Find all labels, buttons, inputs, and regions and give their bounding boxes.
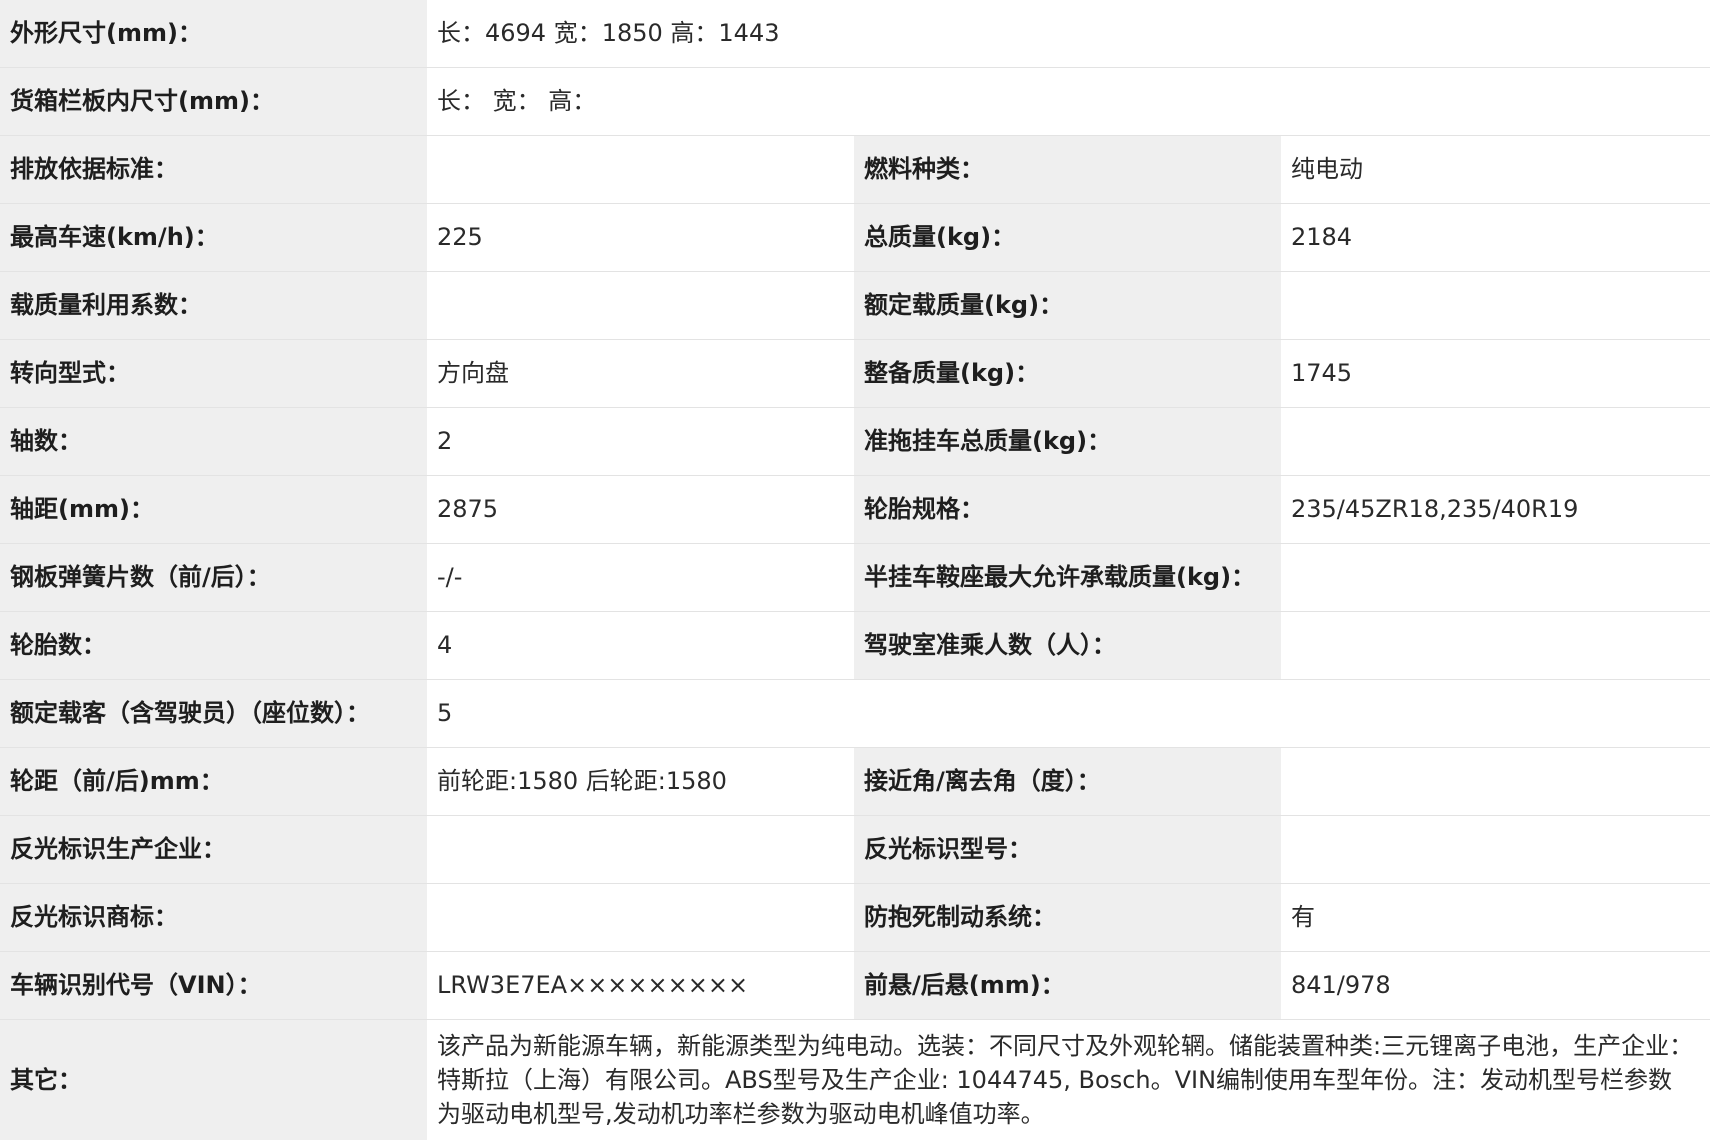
table-row: 货箱栏板内尺寸(mm)： 长： 宽： 高： xyxy=(0,67,1710,136)
table-row: 转向型式： 方向盘 整备质量(kg)： 1745 xyxy=(0,339,1710,408)
spec-value xyxy=(427,271,854,340)
spec-label: 排放依据标准： xyxy=(0,135,427,204)
spec-label: 准拖挂车总质量(kg)： xyxy=(854,407,1281,476)
spec-value: 225 xyxy=(427,203,854,272)
spec-label: 反光标识商标： xyxy=(0,883,427,952)
spec-label: 反光标识型号： xyxy=(854,815,1281,884)
spec-value xyxy=(1281,747,1710,816)
table-row: 轴距(mm)： 2875 轮胎规格： 235/45ZR18,235/40R19 xyxy=(0,475,1710,544)
spec-value xyxy=(1281,815,1710,884)
spec-label: 轮距（前/后)mm： xyxy=(0,747,427,816)
spec-label: 防抱死制动系统： xyxy=(854,883,1281,952)
spec-label: 整备质量(kg)： xyxy=(854,339,1281,408)
spec-label: 驾驶室准乘人数（人）： xyxy=(854,611,1281,680)
vehicle-spec-table: 外形尺寸(mm)： 长：4694 宽：1850 高：1443 货箱栏板内尺寸(m… xyxy=(0,0,1710,1140)
spec-label: 额定载质量(kg)： xyxy=(854,271,1281,340)
spec-value: 1745 xyxy=(1281,339,1710,408)
spec-value: 4 xyxy=(427,611,854,680)
spec-value: 长：4694 宽：1850 高：1443 xyxy=(427,0,1710,68)
spec-label: 接近角/离去角（度）： xyxy=(854,747,1281,816)
spec-value xyxy=(427,815,854,884)
spec-value: 有 xyxy=(1281,883,1710,952)
spec-value xyxy=(427,883,854,952)
spec-label: 轴距(mm)： xyxy=(0,475,427,544)
table-row: 排放依据标准： 燃料种类： 纯电动 xyxy=(0,135,1710,204)
spec-label: 最高车速(km/h)： xyxy=(0,203,427,272)
spec-label: 额定载客（含驾驶员）（座位数）： xyxy=(0,679,427,748)
spec-label: 半挂车鞍座最大允许承载质量(kg)： xyxy=(854,543,1281,612)
spec-value: 方向盘 xyxy=(427,339,854,408)
spec-label: 货箱栏板内尺寸(mm)： xyxy=(0,67,427,136)
spec-label: 轴数： xyxy=(0,407,427,476)
spec-value: -/- xyxy=(427,543,854,612)
table-row: 外形尺寸(mm)： 长：4694 宽：1850 高：1443 xyxy=(0,0,1710,68)
spec-label: 钢板弹簧片数（前/后）： xyxy=(0,543,427,612)
spec-label: 轮胎数： xyxy=(0,611,427,680)
table-row: 其它： 该产品为新能源车辆，新能源类型为纯电动。选装：不同尺寸及外观轮辋。储能装… xyxy=(0,1019,1710,1140)
spec-value-notes: 该产品为新能源车辆，新能源类型为纯电动。选装：不同尺寸及外观轮辋。储能装置种类:… xyxy=(427,1019,1710,1140)
table-row: 反光标识商标： 防抱死制动系统： 有 xyxy=(0,883,1710,952)
spec-value: 2 xyxy=(427,407,854,476)
spec-label: 轮胎规格： xyxy=(854,475,1281,544)
table-row: 车辆识别代号（VIN）： LRW3E7EA××××××××× 前悬/后悬(mm)… xyxy=(0,951,1710,1020)
spec-value xyxy=(1281,543,1710,612)
spec-value: 2184 xyxy=(1281,203,1710,272)
table-row: 钢板弹簧片数（前/后）： -/- 半挂车鞍座最大允许承载质量(kg)： xyxy=(0,543,1710,612)
spec-label: 车辆识别代号（VIN）： xyxy=(0,951,427,1020)
spec-label: 载质量利用系数： xyxy=(0,271,427,340)
spec-value: 纯电动 xyxy=(1281,135,1710,204)
spec-value: 长： 宽： 高： xyxy=(427,67,1710,136)
spec-label: 燃料种类： xyxy=(854,135,1281,204)
spec-label: 转向型式： xyxy=(0,339,427,408)
spec-label: 总质量(kg)： xyxy=(854,203,1281,272)
spec-label: 前悬/后悬(mm)： xyxy=(854,951,1281,1020)
spec-value: 235/45ZR18,235/40R19 xyxy=(1281,475,1710,544)
spec-value: 5 xyxy=(427,679,1710,748)
table-row: 轴数： 2 准拖挂车总质量(kg)： xyxy=(0,407,1710,476)
spec-value xyxy=(427,135,854,204)
table-row: 载质量利用系数： 额定载质量(kg)： xyxy=(0,271,1710,340)
table-row: 轮胎数： 4 驾驶室准乘人数（人）： xyxy=(0,611,1710,680)
table-row: 反光标识生产企业： 反光标识型号： xyxy=(0,815,1710,884)
spec-value xyxy=(1281,407,1710,476)
spec-value xyxy=(1281,611,1710,680)
spec-value: 841/978 xyxy=(1281,951,1710,1020)
table-row: 轮距（前/后)mm： 前轮距:1580 后轮距:1580 接近角/离去角（度）： xyxy=(0,747,1710,816)
table-row: 最高车速(km/h)： 225 总质量(kg)： 2184 xyxy=(0,203,1710,272)
table-row: 额定载客（含驾驶员）（座位数）： 5 xyxy=(0,679,1710,748)
spec-value: 前轮距:1580 后轮距:1580 xyxy=(427,747,854,816)
spec-value xyxy=(1281,271,1710,340)
spec-label: 其它： xyxy=(0,1019,427,1140)
spec-value: 2875 xyxy=(427,475,854,544)
spec-value: LRW3E7EA××××××××× xyxy=(427,951,854,1020)
spec-label: 外形尺寸(mm)： xyxy=(0,0,427,68)
spec-label: 反光标识生产企业： xyxy=(0,815,427,884)
